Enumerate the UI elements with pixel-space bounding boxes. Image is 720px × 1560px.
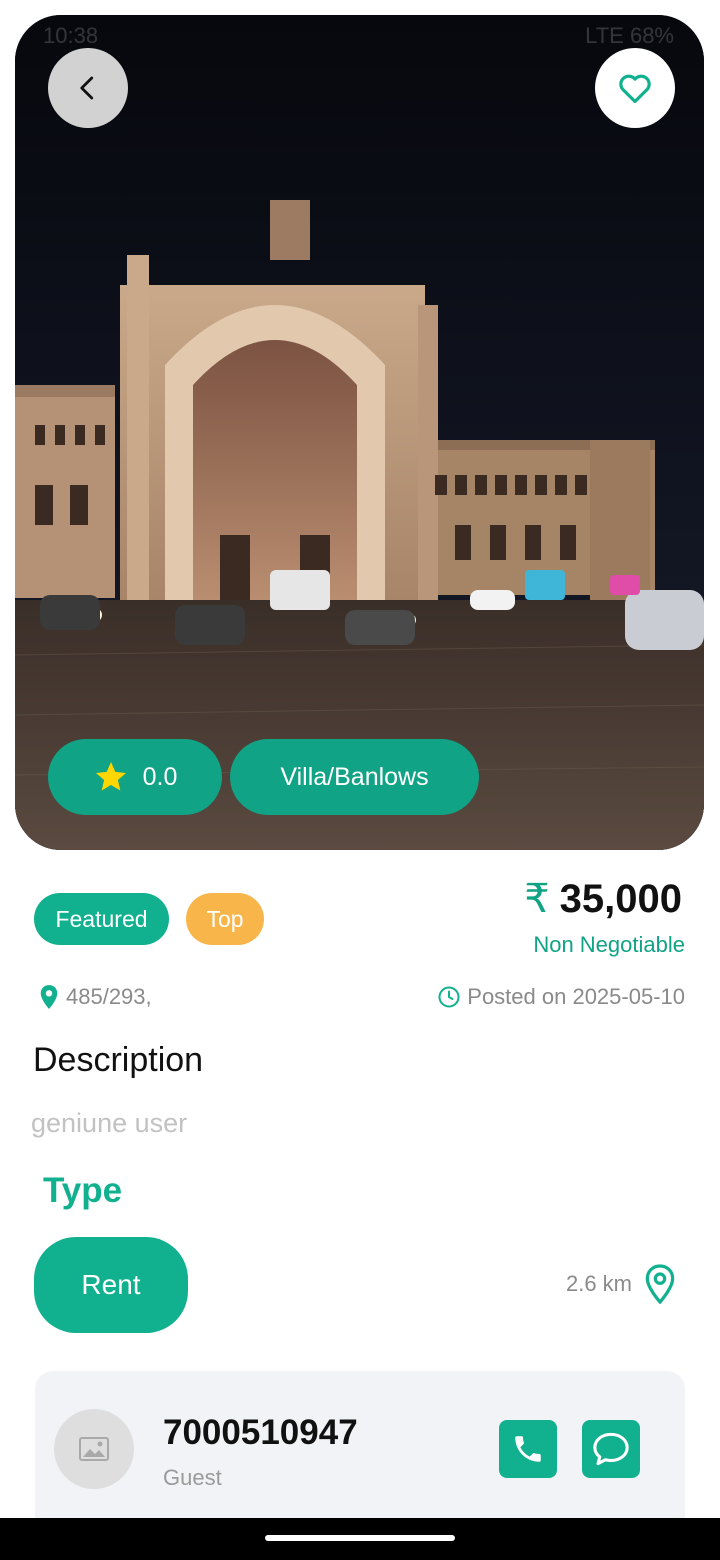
- image-placeholder-icon: [79, 1437, 109, 1461]
- network-label: LTE: [585, 23, 624, 48]
- description-title: Description: [33, 1041, 204, 1079]
- chat-bubble-icon: [593, 1432, 629, 1466]
- address-text: 485/293,: [66, 984, 152, 1009]
- status-bar: 10:38 LTE 68%: [15, 15, 704, 55]
- posted-date: Posted on 2025-05-10: [437, 984, 685, 1010]
- property-type-badge: Villa/Banlows: [230, 739, 479, 815]
- home-indicator[interactable]: [265, 1535, 455, 1541]
- top-badge: Top: [186, 893, 264, 945]
- price: ₹ 35,000: [524, 876, 682, 922]
- call-button[interactable]: [499, 1420, 557, 1478]
- featured-badge: Featured: [34, 893, 169, 945]
- phone-icon: [515, 1436, 541, 1462]
- avatar: [54, 1409, 134, 1489]
- property-image: [15, 15, 704, 850]
- address: 485/293,: [38, 984, 152, 1010]
- top-label: Top: [206, 905, 244, 932]
- rupee-icon: ₹: [524, 877, 550, 921]
- property-type-label: Villa/Banlows: [280, 762, 429, 791]
- type-title: Type: [43, 1171, 123, 1210]
- status-time: 10:38: [43, 23, 99, 48]
- favorite-button[interactable]: [595, 48, 675, 128]
- posted-text: Posted on 2025-05-10: [467, 984, 685, 1009]
- description-text: geniune user: [31, 1108, 188, 1138]
- status-right: LTE 68%: [585, 23, 674, 49]
- battery-level: 68%: [629, 23, 674, 48]
- distance-text: 2.6 km: [565, 1271, 632, 1296]
- rent-type-button[interactable]: Rent: [34, 1237, 188, 1333]
- negotiable-label: Non Negotiable: [533, 932, 685, 957]
- rating-badge: 0.0: [48, 739, 222, 815]
- back-button[interactable]: [48, 48, 128, 128]
- featured-label: Featured: [55, 905, 148, 932]
- map-pin-icon: [645, 1264, 675, 1304]
- owner-role: Guest: [163, 1465, 222, 1490]
- distance[interactable]: 2.6 km: [566, 1264, 676, 1304]
- chevron-left-icon: [80, 76, 94, 100]
- rating-value: 0.0: [142, 762, 178, 791]
- property-photo[interactable]: 10:38 LTE 68% 0.0 Villa/Banlows: [15, 15, 704, 850]
- heart-outline-icon: [619, 74, 651, 104]
- owner-card: 7000510947 Guest: [35, 1371, 685, 1521]
- owner-phone: 7000510947: [163, 1413, 358, 1452]
- price-value: 35,000: [559, 876, 682, 921]
- chat-button[interactable]: [582, 1420, 640, 1478]
- star-icon: [93, 759, 129, 795]
- rent-label: Rent: [81, 1269, 141, 1300]
- location-pin-icon: [40, 985, 58, 1009]
- clock-icon: [438, 986, 460, 1008]
